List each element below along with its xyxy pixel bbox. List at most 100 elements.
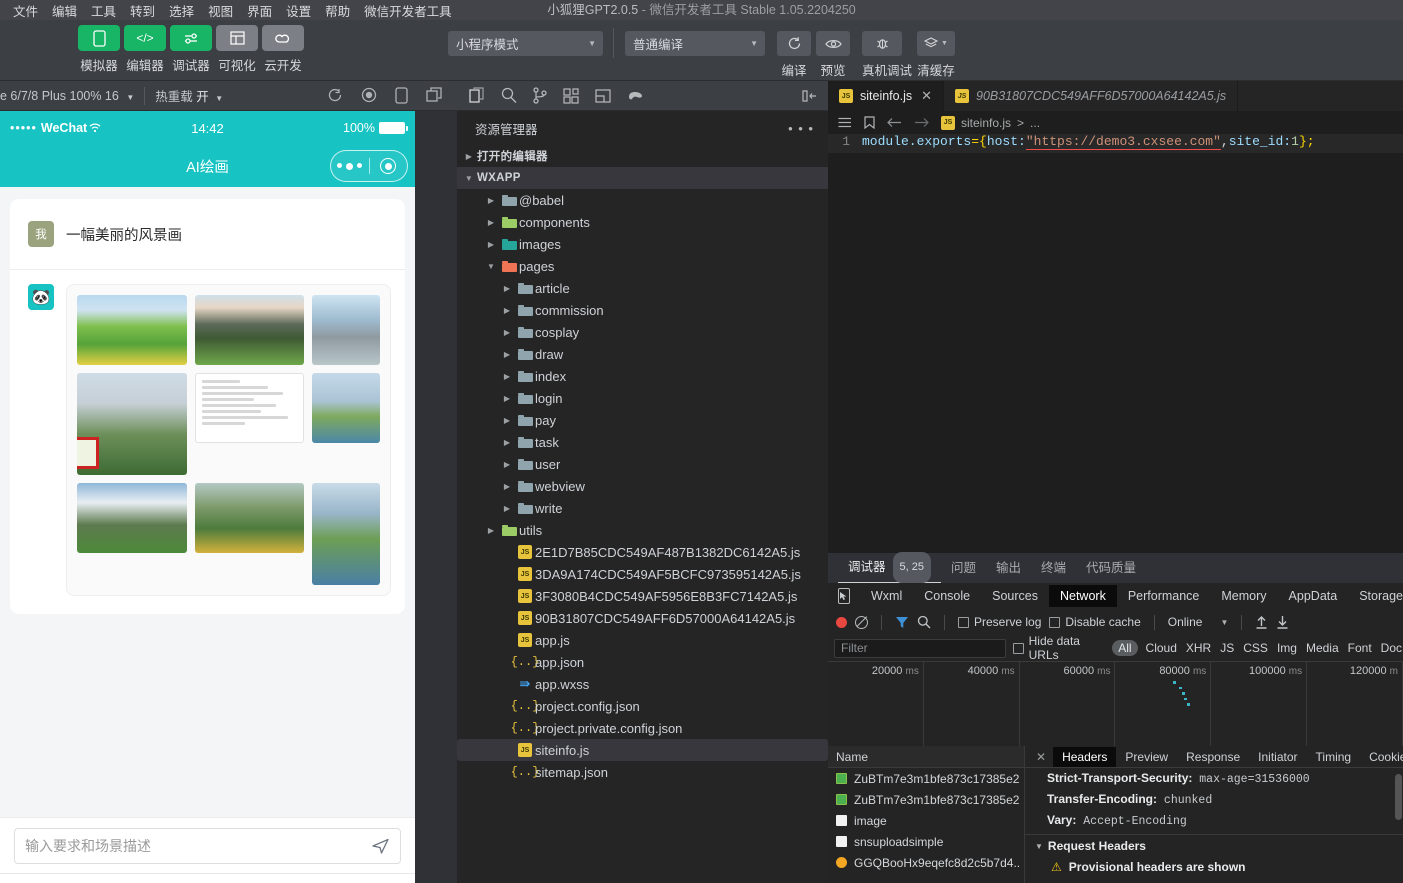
thumbnail-image[interactable]	[77, 483, 187, 553]
devtools-tab-performance[interactable]: Performance	[1117, 585, 1211, 607]
menu-item-edit[interactable]: 编辑	[45, 0, 84, 21]
breadcrumb[interactable]: JS siteinfo.js > ...	[941, 115, 1040, 130]
more-dots-icon[interactable]: • • •	[788, 121, 814, 136]
debugger-tab-problems[interactable]: 问题	[941, 553, 986, 583]
prompt-input-wrapper[interactable]	[14, 827, 401, 864]
tree-file[interactable]: ▶JSsiteinfo.js	[457, 739, 828, 761]
tree-folder[interactable]: ▶ user	[457, 453, 828, 475]
request-headers-section[interactable]: ▼ Request Headers	[1025, 834, 1403, 856]
files-icon[interactable]	[469, 87, 485, 104]
network-detail-tab-timing[interactable]: Timing	[1307, 747, 1361, 767]
throttle-select[interactable]: Online ▼	[1168, 615, 1229, 629]
menu-item-interface[interactable]: 界面	[240, 0, 279, 21]
toolbar-button-simulator[interactable]: 模拟器	[78, 25, 120, 74]
tree-folder[interactable]: ▶ webview	[457, 475, 828, 497]
preserve-log-checkbox[interactable]: Preserve log	[958, 615, 1041, 629]
toolbar-button-editor[interactable]: </> 编辑器	[124, 25, 166, 74]
tree-file[interactable]: ▶{..}project.config.json	[457, 695, 828, 717]
device-select[interactable]: e 6/7/8 Plus 100% 16 ▼	[0, 89, 134, 103]
network-detail-tab-response[interactable]: Response	[1177, 747, 1249, 767]
devtools-tab-network[interactable]: Network	[1048, 585, 1117, 607]
network-filter-img[interactable]: Img	[1276, 641, 1298, 655]
devtools-tab-storage[interactable]: Storage	[1348, 585, 1403, 607]
thumbnail-image[interactable]	[194, 295, 305, 365]
record-dot-icon[interactable]	[836, 616, 847, 628]
scrollbar-vertical[interactable]	[1395, 774, 1402, 820]
preview-button[interactable]	[816, 31, 850, 56]
tree-file[interactable]: ▶JSapp.js	[457, 629, 828, 651]
filter-input[interactable]	[834, 638, 1007, 658]
explorer-section-root[interactable]: ▼ WXAPP	[457, 167, 828, 189]
toolbar-button-visual[interactable]: 可视化	[216, 25, 258, 74]
debugger-tab-code-quality[interactable]: 代码质量	[1076, 553, 1146, 583]
tree-file[interactable]: ▶JS2E1D7B85CDC549AF487B1382DC6142A5.js	[457, 541, 828, 563]
prompt-input[interactable]	[25, 837, 371, 854]
hide-data-urls-checkbox[interactable]: Hide data URLs	[1013, 634, 1105, 662]
toolbar-button-debugger[interactable]: 调试器	[170, 25, 212, 74]
network-filter-media[interactable]: Media	[1305, 641, 1340, 655]
tree-folder[interactable]: ▶ utils	[457, 519, 828, 541]
menu-item-help[interactable]: 帮助	[318, 0, 357, 21]
network-request-row[interactable]: ZuBTm7e3m1bfe873c17385e2	[828, 768, 1024, 789]
forward-arrow-icon[interactable]	[914, 117, 929, 128]
tree-file[interactable]: ▶JS3F3080B4CDC549AF5956E8B3FC7142A5.js	[457, 585, 828, 607]
code-editor[interactable]: 1 module.exports ={host: "https://demo3.cx…	[828, 134, 1403, 553]
network-filter-font[interactable]: Font	[1347, 641, 1373, 655]
network-filter-css[interactable]: CSS	[1242, 641, 1269, 655]
tree-file[interactable]: ▶JS3DA9A174CDC549AF5BCFC973595142A5.js	[457, 563, 828, 585]
tree-folder[interactable]: ▶ @babel	[457, 189, 828, 211]
refresh-icon[interactable]	[327, 87, 343, 104]
menu-item-goto[interactable]: 转到	[123, 0, 162, 21]
tree-file[interactable]: ▶{..}sitemap.json	[457, 761, 828, 783]
thumbnail-image[interactable]	[77, 295, 187, 365]
close-icon[interactable]: ✕	[921, 88, 932, 104]
download-arrow-icon[interactable]	[1276, 615, 1289, 629]
network-detail-tab-preview[interactable]: Preview	[1116, 747, 1177, 767]
tree-folder[interactable]: ▶ article	[457, 277, 828, 299]
compile-select[interactable]: 普通编译 ▼	[625, 31, 765, 56]
disable-cache-checkbox[interactable]: Disable cache	[1049, 615, 1141, 629]
tree-folder[interactable]: ▶ images	[457, 233, 828, 255]
tree-folder[interactable]: ▶ task	[457, 431, 828, 453]
network-request-row[interactable]: image	[828, 810, 1024, 831]
remote-debug-button[interactable]	[862, 31, 902, 56]
outline-icon[interactable]	[838, 117, 852, 129]
collapse-panel-icon[interactable]	[802, 89, 828, 103]
tree-folder[interactable]: ▶ login	[457, 387, 828, 409]
upload-arrow-icon[interactable]	[1255, 615, 1268, 629]
tree-folder[interactable]: ▶ commission	[457, 299, 828, 321]
network-detail-tab-headers[interactable]: Headers	[1053, 746, 1117, 767]
menu-item-devtools[interactable]: 微信开发者工具	[357, 0, 459, 21]
network-filter-cloud[interactable]: Cloud	[1145, 641, 1178, 655]
menu-item-file[interactable]: 文件	[6, 0, 45, 21]
network-detail-tab-initiator[interactable]: Initiator	[1249, 747, 1306, 767]
editor-tab-siteinfo[interactable]: JS siteinfo.js ✕	[828, 81, 945, 111]
explorer-section-open-editors[interactable]: ▶ 打开的编辑器	[457, 145, 828, 167]
back-arrow-icon[interactable]	[887, 117, 902, 128]
rotate-device-icon[interactable]	[395, 87, 408, 104]
extensions-icon[interactable]	[563, 87, 579, 104]
search-icon[interactable]	[917, 615, 931, 629]
menu-item-view[interactable]: 视图	[201, 0, 240, 21]
devtools-tab-appdata[interactable]: AppData	[1278, 585, 1349, 607]
menu-item-select[interactable]: 选择	[162, 0, 201, 21]
inspect-cursor-icon[interactable]	[838, 588, 850, 604]
toolbar-button-cloud[interactable]: 云开发	[262, 25, 304, 74]
clear-cache-button[interactable]: ▼	[917, 31, 955, 56]
network-detail-tab-cookie[interactable]: Cookie	[1360, 747, 1403, 767]
thumbnail-image[interactable]	[312, 483, 380, 585]
tree-file[interactable]: ▶{..}app.json	[457, 651, 828, 673]
network-filter-js[interactable]: JS	[1219, 641, 1235, 655]
network-request-row[interactable]: ZuBTm7e3m1bfe873c17385e2	[828, 789, 1024, 810]
devtools-tab-memory[interactable]: Memory	[1210, 585, 1277, 607]
network-request-row[interactable]: GGQBooHx9eqefc8d2c5b7d4..	[828, 852, 1024, 873]
thumbnail-image[interactable]	[312, 373, 380, 443]
tree-folder[interactable]: ▶ write	[457, 497, 828, 519]
detach-window-icon[interactable]	[426, 87, 443, 104]
hot-reload-toggle[interactable]: 热重载 开 ▼	[155, 86, 223, 105]
menu-item-settings[interactable]: 设置	[279, 0, 318, 21]
bookmark-icon[interactable]	[864, 116, 875, 129]
close-icon[interactable]: ✕	[1029, 750, 1053, 764]
tree-file[interactable]: ▶{..}project.private.config.json	[457, 717, 828, 739]
compile-button[interactable]	[777, 31, 811, 56]
